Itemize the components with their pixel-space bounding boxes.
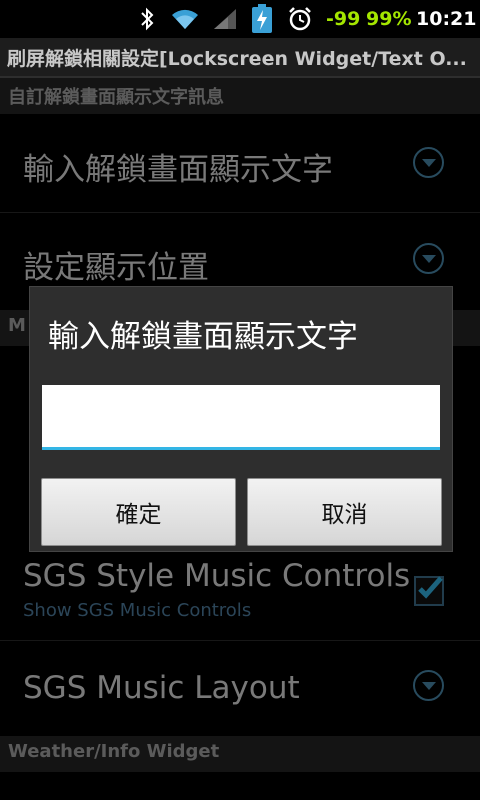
battery-charging-icon [252, 4, 272, 33]
battery-percent: 99% [366, 8, 412, 30]
signal-icon [214, 9, 236, 29]
text-input-dialog: 輸入解鎖畫面顯示文字 確定 取消 [29, 286, 453, 552]
bluetooth-icon [141, 7, 154, 31]
clock: 10:21 [416, 8, 477, 30]
dialog-title: 輸入解鎖畫面顯示文字 [48, 319, 358, 355]
wifi-icon [172, 9, 198, 29]
status-bar: -99 99% 10:21 [0, 0, 480, 38]
title-bar: 刷屏解鎖相關設定[Lockscreen Widget/Text O... [0, 38, 480, 78]
cancel-button[interactable]: 取消 [247, 478, 442, 546]
alarm-icon [289, 7, 311, 31]
message-text-input[interactable] [42, 385, 440, 450]
window-title: 刷屏解鎖相關設定[Lockscreen Widget/Text O... [7, 48, 467, 70]
confirm-button[interactable]: 確定 [41, 478, 236, 546]
battery-level-text: -99 [326, 8, 361, 30]
